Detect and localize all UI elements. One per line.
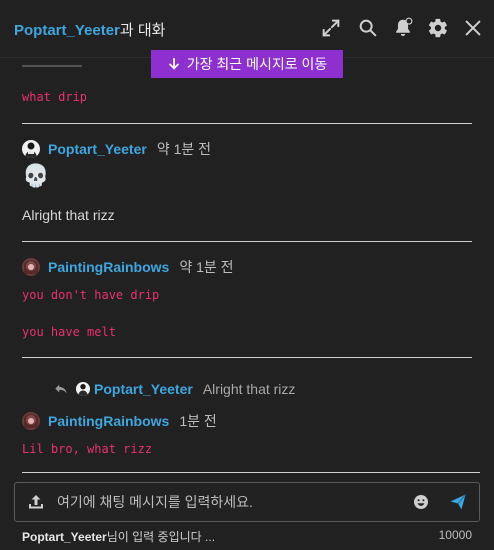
typing-indicator: Poptart_Yeeter님이 입력 중입니다 ... (22, 530, 215, 544)
reply-arrow-icon (55, 384, 67, 394)
reply-reference[interactable]: Poptart_Yeeter Alright that rizz (54, 379, 295, 399)
message-divider (22, 472, 480, 473)
upload-icon[interactable] (27, 493, 45, 511)
message-list[interactable]: what drip Poptart_Yeeter 약 1분 전 💀 Alrigh… (0, 59, 494, 474)
avatar[interactable] (22, 258, 40, 276)
chat-title: Poptart_Yeeter과 대화 (14, 19, 165, 40)
avatar[interactable] (22, 412, 40, 430)
message-header: Poptart_Yeeter 약 1분 전 (22, 139, 211, 159)
message-timestamp: 1분 전 (179, 413, 217, 429)
skull-emoji: 💀 (22, 163, 50, 188)
chat-partner-name[interactable]: Poptart_Yeeter (14, 22, 120, 39)
typing-user: Poptart_Yeeter (22, 530, 107, 544)
settings-gear-icon[interactable] (427, 17, 449, 39)
message-divider (22, 241, 472, 242)
jump-to-latest-label: 가장 최근 메시지로 이동 (186, 56, 328, 72)
cropped-message-header (22, 65, 142, 71)
send-icon[interactable] (449, 493, 467, 511)
message-text: you don't have drip (22, 288, 160, 302)
expand-icon[interactable] (320, 17, 342, 39)
message-composer (14, 482, 480, 522)
message-author[interactable]: Poptart_Yeeter (48, 141, 147, 157)
message-timestamp: 약 1분 전 (179, 259, 234, 275)
notification-bell-icon[interactable] (392, 17, 414, 39)
composer-footer: Poptart_Yeeter님이 입력 중입니다 ... 10000 (22, 528, 472, 544)
message-author[interactable]: PaintingRainbows (48, 413, 169, 429)
message-timestamp: 약 1분 전 (156, 141, 212, 157)
reply-preview-text: Alright that rizz (202, 381, 296, 397)
emoji-icon[interactable] (413, 494, 429, 510)
search-icon[interactable] (357, 17, 379, 39)
chat-message-input[interactable] (57, 489, 397, 515)
message-divider (22, 123, 472, 124)
message-header: PaintingRainbows 약 1분 전 (22, 257, 234, 277)
reply-author[interactable]: Poptart_Yeeter (94, 381, 193, 397)
message-text: you have melt (22, 325, 116, 339)
message-text: what drip (22, 90, 88, 104)
message-text: Alright that rizz (22, 207, 115, 223)
jump-to-latest-button[interactable]: 가장 최근 메시지로 이동 (151, 50, 343, 78)
message-header: PaintingRainbows 1분 전 (22, 411, 217, 431)
arrow-down-icon (168, 57, 179, 70)
message-divider (22, 357, 472, 358)
typing-suffix: 님이 입력 중입니다 ... (106, 530, 216, 544)
avatar[interactable] (22, 140, 40, 158)
chat-title-suffix: 과 대화 (119, 22, 166, 39)
message-author[interactable]: PaintingRainbows (48, 259, 169, 275)
close-icon[interactable] (462, 17, 484, 39)
character-limit: 10000 (438, 528, 472, 542)
avatar (76, 382, 90, 396)
message-text: Lil bro, what rizz (22, 442, 153, 456)
